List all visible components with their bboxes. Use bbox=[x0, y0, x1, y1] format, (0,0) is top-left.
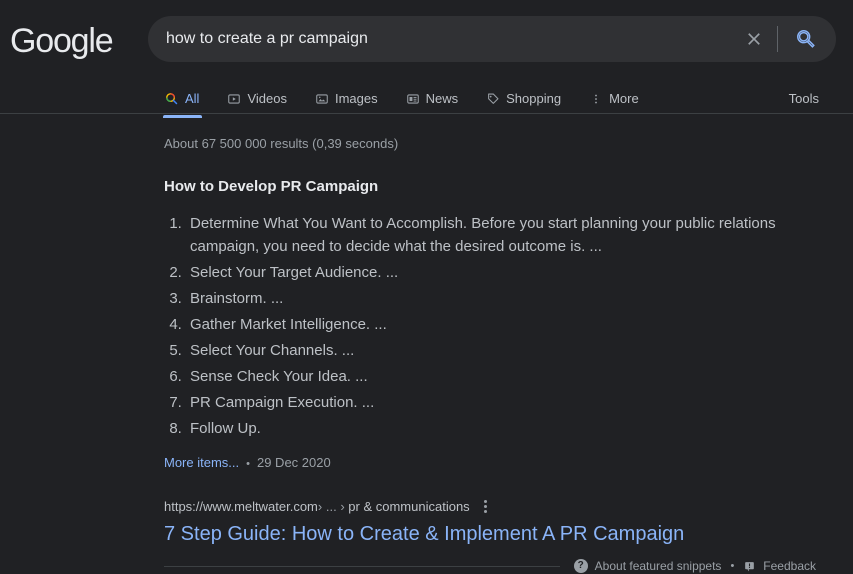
featured-snippet-footer: ? About featured snippets • Feedback bbox=[164, 559, 816, 573]
organic-result: https://www.meltwater.com› ... › pr & co… bbox=[164, 497, 816, 547]
list-item: Sense Check Your Idea. ... bbox=[186, 365, 816, 388]
tab-all-label: All bbox=[185, 91, 199, 106]
clear-search-button[interactable] bbox=[737, 22, 771, 56]
search-input[interactable] bbox=[148, 16, 737, 62]
search-bar[interactable] bbox=[148, 16, 836, 62]
search-divider bbox=[777, 26, 778, 52]
tab-all[interactable]: All bbox=[164, 84, 215, 113]
crumb-ellipsis: ... bbox=[326, 499, 337, 514]
tab-shopping[interactable]: Shopping bbox=[486, 84, 577, 113]
meta-separator: • bbox=[246, 458, 250, 470]
tab-more[interactable]: More bbox=[589, 84, 655, 113]
tab-images[interactable]: Images bbox=[315, 84, 394, 113]
list-item: Gather Market Intelligence. ... bbox=[186, 313, 816, 336]
list-item: PR Campaign Execution. ... bbox=[186, 391, 816, 414]
footer-divider bbox=[164, 566, 560, 567]
kebab-dot bbox=[484, 510, 487, 513]
result-stats: About 67 500 000 results (0,39 seconds) bbox=[164, 114, 816, 151]
about-featured-snippets-label: About featured snippets bbox=[595, 559, 722, 573]
crumb-sep-2: › bbox=[340, 499, 344, 514]
tab-news[interactable]: News bbox=[406, 84, 475, 113]
snippet-meta-row: More items... • 29 Dec 2020 bbox=[164, 455, 816, 470]
tools-button[interactable]: Tools bbox=[789, 91, 819, 106]
list-item: Determine What You Want to Accomplish. B… bbox=[186, 212, 816, 258]
snippet-date: 29 Dec 2020 bbox=[257, 455, 331, 470]
result-url-row: https://www.meltwater.com› ... › pr & co… bbox=[164, 497, 816, 516]
flag-icon bbox=[743, 560, 756, 573]
video-icon bbox=[227, 92, 241, 106]
tab-videos-label: Videos bbox=[247, 91, 287, 106]
search-tabs: All Videos Images bbox=[164, 84, 667, 113]
list-item: Follow Up. bbox=[186, 417, 816, 440]
about-featured-snippets-link[interactable]: ? About featured snippets bbox=[574, 559, 722, 573]
kebab-icon bbox=[589, 92, 603, 106]
question-mark-icon: ? bbox=[574, 559, 588, 573]
kebab-dot bbox=[484, 500, 487, 503]
image-icon bbox=[315, 92, 329, 106]
search-icon bbox=[795, 28, 817, 50]
list-item: Select Your Channels. ... bbox=[186, 339, 816, 362]
feedback-link[interactable]: Feedback bbox=[743, 559, 816, 573]
search-header: Google All bbox=[0, 0, 853, 113]
result-domain: https://www.meltwater.com bbox=[164, 499, 318, 514]
result-options-kebab-icon[interactable] bbox=[480, 497, 491, 516]
list-item: Select Your Target Audience. ... bbox=[186, 261, 816, 284]
google-logo[interactable]: Google bbox=[10, 22, 112, 61]
tab-videos[interactable]: Videos bbox=[227, 84, 303, 113]
featured-snippet-list: Determine What You Want to Accomplish. B… bbox=[164, 212, 816, 440]
news-icon bbox=[406, 92, 420, 106]
google-search-colored-icon bbox=[164, 91, 179, 106]
crumb-last: pr & communications bbox=[348, 499, 469, 514]
featured-snippet-title: How to Develop PR Campaign bbox=[164, 177, 816, 197]
tab-news-label: News bbox=[426, 91, 459, 106]
more-items-link[interactable]: More items... bbox=[164, 455, 239, 470]
tab-images-label: Images bbox=[335, 91, 378, 106]
crumb-sep-1: › bbox=[318, 499, 322, 514]
tag-icon bbox=[486, 92, 500, 106]
search-submit-button[interactable] bbox=[786, 19, 826, 59]
tab-shopping-label: Shopping bbox=[506, 91, 561, 106]
result-title-link[interactable]: 7 Step Guide: How to Create & Implement … bbox=[164, 521, 816, 547]
search-results-area: About 67 500 000 results (0,39 seconds) … bbox=[0, 114, 853, 574]
footer-separator: • bbox=[730, 560, 734, 572]
list-item: Brainstorm. ... bbox=[186, 287, 816, 310]
result-breadcrumb[interactable]: https://www.meltwater.com› ... › pr & co… bbox=[164, 498, 470, 516]
close-icon bbox=[744, 29, 764, 49]
featured-snippet: How to Develop PR Campaign Determine Wha… bbox=[164, 177, 816, 470]
kebab-dot bbox=[484, 505, 487, 508]
results-column: About 67 500 000 results (0,39 seconds) … bbox=[164, 114, 816, 547]
tab-more-label: More bbox=[609, 91, 639, 106]
feedback-label: Feedback bbox=[763, 559, 816, 573]
